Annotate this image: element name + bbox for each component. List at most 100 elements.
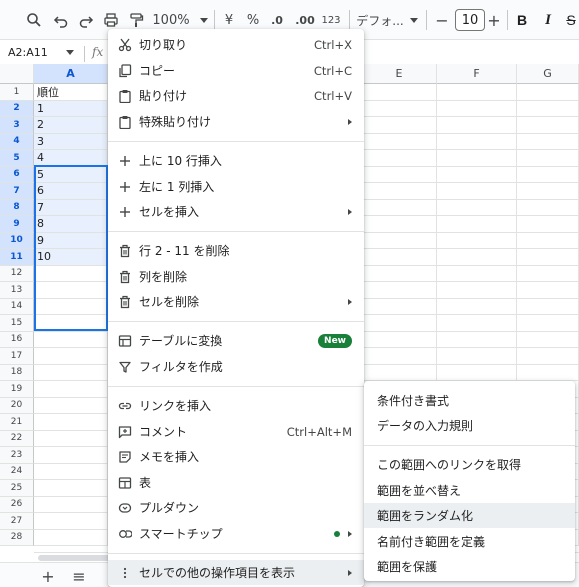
row-header[interactable]: 24 (0, 463, 34, 480)
cell-a[interactable]: 10 (34, 249, 108, 266)
undo-icon[interactable] (51, 8, 71, 32)
column-header-a[interactable]: A (34, 64, 108, 84)
font-size-increase-button[interactable]: + (485, 8, 503, 32)
font-select[interactable]: デフォ... (356, 8, 418, 32)
italic-button[interactable]: I (539, 8, 557, 32)
row-header[interactable]: 17 (0, 348, 34, 365)
column-header-e[interactable]: E (362, 64, 437, 84)
cell[interactable] (362, 216, 437, 233)
cell[interactable] (437, 282, 517, 299)
cell[interactable] (517, 315, 579, 332)
menu-item-insert-link[interactable]: リンクを挿入 (108, 393, 364, 418)
cell[interactable] (437, 216, 517, 233)
cell-a[interactable] (34, 430, 108, 447)
cell-a[interactable]: 7 (34, 199, 108, 216)
row-header[interactable]: 10 (0, 232, 34, 249)
column-header-f[interactable]: F (437, 64, 517, 84)
cell[interactable] (437, 315, 517, 332)
cell[interactable] (517, 133, 579, 150)
submenu-item-randomize-range[interactable]: 範囲をランダム化 (364, 503, 575, 528)
cell[interactable] (437, 298, 517, 315)
cell-a[interactable] (34, 447, 108, 464)
menu-item-paste-special[interactable]: 特殊貼り付け (108, 109, 364, 134)
menu-item-smart-chips[interactable]: スマートチップ (108, 521, 364, 546)
menu-item-delete-cells[interactable]: セルを削除 (108, 289, 364, 314)
row-header[interactable]: 12 (0, 265, 34, 282)
cell[interactable] (517, 364, 579, 381)
cell[interactable] (362, 183, 437, 200)
menu-item-table[interactable]: 表 (108, 470, 364, 495)
cell[interactable] (517, 265, 579, 282)
cell[interactable] (437, 166, 517, 183)
row-header[interactable]: 18 (0, 364, 34, 381)
cell-a[interactable]: 6 (34, 183, 108, 200)
cell-a[interactable] (34, 414, 108, 431)
submenu-item-data-validation[interactable]: データの入力規則 (364, 413, 575, 438)
cell[interactable] (362, 100, 437, 117)
row-header[interactable]: 2 (0, 100, 34, 117)
cell[interactable] (517, 150, 579, 167)
menu-item-create-filter[interactable]: フィルタを作成 (108, 354, 364, 379)
cell-a[interactable]: 9 (34, 232, 108, 249)
cell[interactable] (517, 84, 579, 101)
font-size-decrease-button[interactable]: − (432, 8, 452, 32)
cell-a[interactable] (34, 381, 108, 398)
cell[interactable] (437, 100, 517, 117)
cell[interactable] (362, 331, 437, 348)
add-sheet-button[interactable]: + (38, 566, 58, 586)
row-header[interactable]: 3 (0, 117, 34, 134)
menu-item-more-cell-actions[interactable]: セルでの他の操作項目を表示 (108, 560, 364, 585)
cell[interactable] (362, 348, 437, 365)
cell[interactable] (437, 117, 517, 134)
cell-a[interactable]: 4 (34, 150, 108, 167)
cell[interactable] (517, 298, 579, 315)
row-header[interactable]: 11 (0, 249, 34, 266)
cell[interactable] (517, 282, 579, 299)
cell-a[interactable] (34, 331, 108, 348)
cell-a[interactable]: 順位 (34, 84, 108, 101)
cell[interactable] (517, 183, 579, 200)
menu-item-insert-rows-above[interactable]: 上に 10 行挿入 (108, 148, 364, 173)
cell[interactable] (437, 183, 517, 200)
row-header[interactable]: 26 (0, 496, 34, 513)
cell[interactable] (362, 364, 437, 381)
cell-a[interactable] (34, 315, 108, 332)
submenu-item-protect-range[interactable]: 範囲を保護 (364, 554, 575, 579)
cell[interactable] (437, 348, 517, 365)
cell-a[interactable]: 8 (34, 216, 108, 233)
cell-a[interactable] (34, 480, 108, 497)
row-header[interactable]: 6 (0, 166, 34, 183)
cell-a[interactable]: 5 (34, 166, 108, 183)
cell[interactable] (517, 249, 579, 266)
column-header-g[interactable]: G (517, 64, 579, 84)
row-header[interactable]: 23 (0, 447, 34, 464)
cell[interactable] (362, 249, 437, 266)
all-sheets-button[interactable]: ≡ (69, 566, 89, 586)
cell[interactable] (517, 117, 579, 134)
cell-a[interactable] (34, 265, 108, 282)
cell-a[interactable]: 1 (34, 100, 108, 117)
row-header[interactable]: 9 (0, 216, 34, 233)
chevron-down-icon[interactable] (66, 50, 74, 55)
redo-icon[interactable] (76, 8, 96, 32)
row-header[interactable]: 1 (0, 84, 34, 101)
submenu-item-define-named-range[interactable]: 名前付き範囲を定義 (364, 529, 575, 554)
search-icon[interactable] (24, 8, 44, 32)
cell[interactable] (517, 216, 579, 233)
cell[interactable] (517, 166, 579, 183)
row-header[interactable]: 14 (0, 298, 34, 315)
cell[interactable] (362, 117, 437, 134)
cell[interactable] (517, 232, 579, 249)
row-header[interactable]: 13 (0, 282, 34, 299)
menu-item-insert-cells[interactable]: セルを挿入 (108, 199, 364, 224)
menu-item-insert-note[interactable]: メモを挿入 (108, 444, 364, 469)
cell-a[interactable] (34, 463, 108, 480)
submenu-item-sort-range[interactable]: 範囲を並べ替え (364, 478, 575, 503)
cell[interactable] (517, 100, 579, 117)
cell[interactable] (362, 298, 437, 315)
cell-a[interactable] (34, 397, 108, 414)
cell-a[interactable] (34, 364, 108, 381)
menu-item-copy[interactable]: コピー Ctrl+C (108, 58, 364, 83)
menu-item-cut[interactable]: 切り取り Ctrl+X (108, 32, 364, 57)
cell[interactable] (362, 315, 437, 332)
